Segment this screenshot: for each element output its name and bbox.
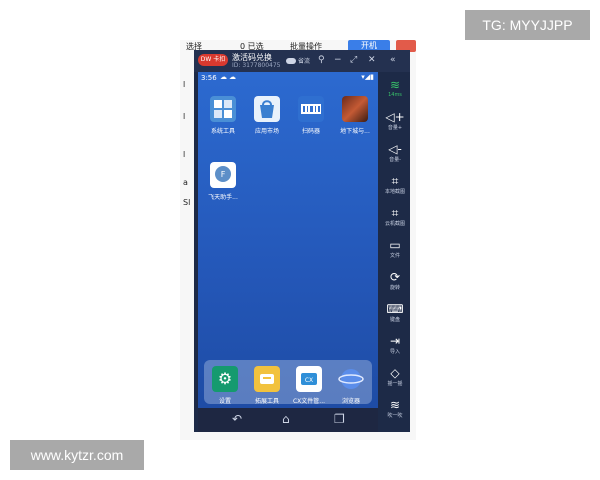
app-label: 拓展工具 — [254, 398, 279, 405]
sidebar-label: 吹一吹 — [387, 413, 403, 419]
sidebar-label: 摇一摇 — [387, 381, 403, 387]
assistant-icon: F — [210, 162, 236, 188]
sidebar-item-cloud-screenshot[interactable]: ⌗ 云机截图 — [380, 206, 410, 227]
sidebar-label: 文件 — [389, 253, 400, 259]
keyboard-icon: ⌨ — [386, 302, 404, 316]
app-extension-tools[interactable]: 拓展工具 — [246, 366, 288, 405]
rotate-icon: ⟳ — [389, 270, 401, 284]
extension-tools-icon — [254, 366, 280, 392]
status-bar: 3:56 ☁ ☁ ▾◢▮ — [198, 72, 378, 84]
wifi-icon: ≋ — [389, 78, 401, 92]
app-dock: ⚙ 设置 拓展工具 CX CX文件管... 浏览器 — [204, 360, 372, 405]
cloud-screenshot-icon: ⌗ — [391, 206, 399, 220]
telegram-watermark: TG: MYYJJPP — [465, 10, 590, 40]
bg-fragment: l — [183, 112, 186, 121]
sidebar-item-network[interactable]: ≋ 14ms — [380, 78, 410, 98]
sidebar-item-rotate[interactable]: ⟳ 旋转 — [380, 270, 410, 291]
file-icon: ▭ — [389, 238, 401, 252]
home-icon[interactable]: ⌂ — [282, 412, 290, 426]
app-settings[interactable]: ⚙ 设置 — [204, 366, 246, 405]
expand-icon[interactable]: ⤢ — [350, 55, 357, 65]
app-file-manager[interactable]: CX CX文件管... — [288, 366, 330, 405]
app-label: 应用市场 — [254, 128, 279, 135]
saving-toggle-label: 省流 — [298, 58, 311, 65]
site-watermark: www.kytzr.com — [10, 440, 144, 470]
sidebar-label: 云机截图 — [384, 221, 405, 227]
local-screenshot-icon: ⌗ — [391, 174, 399, 188]
bg-fragment: a — [183, 178, 188, 187]
svg-text:F: F — [221, 170, 226, 179]
pin-icon[interactable]: ⚲ — [318, 55, 325, 65]
game-icon — [342, 96, 368, 122]
bg-fragment: l — [183, 80, 186, 89]
volume-up-icon: ◁+ — [385, 110, 405, 124]
sidebar-item-keyboard[interactable]: ⌨ 键盘 — [380, 302, 410, 323]
shake-icon: ◇ — [390, 366, 400, 380]
bg-fragment: Sl — [183, 198, 191, 207]
app-dnf-game[interactable]: 地下城与... — [334, 96, 376, 135]
tools-icon — [210, 96, 236, 122]
app-logo: DW 卡扣 — [198, 54, 228, 66]
settings-icon: ⚙ — [212, 366, 238, 392]
recents-icon[interactable]: ❐ — [334, 412, 345, 426]
sidebar-label: 导入 — [389, 349, 400, 355]
signal-battery-icon: ▾◢▮ — [361, 73, 374, 81]
sidebar-label: 音量- — [389, 157, 401, 163]
emulator-sidebar: ≋ 14ms ◁+ 音量+ ◁- 音量- ⌗ 本地截图 ⌗ 云机截图 ▭ 文件 … — [380, 72, 410, 432]
volume-down-icon: ◁- — [388, 142, 402, 156]
saving-toggle[interactable] — [286, 58, 296, 64]
app-label: 系统工具 — [210, 128, 235, 135]
bg-fragment: l — [183, 150, 186, 159]
collapse-sidebar-icon[interactable]: « — [390, 55, 396, 65]
sidebar-item-local-screenshot[interactable]: ⌗ 本地截图 — [380, 174, 410, 195]
cloud-status-icon: ☁ — [220, 73, 227, 81]
app-label: 浏览器 — [341, 398, 360, 405]
app-feitian-assistant[interactable]: F 飞天助手... — [202, 162, 244, 201]
browser-icon — [338, 366, 364, 392]
sidebar-label: 旋转 — [389, 285, 400, 291]
emulator-titlebar: DW 卡扣 激活码兑换 ID: 3177800475 省流 ⚲ − ⤢ ✕ « — [194, 50, 410, 72]
app-store[interactable]: 应用市场 — [246, 96, 288, 135]
sidebar-item-import[interactable]: ⇥ 导入 — [380, 334, 410, 355]
scanner-icon — [298, 96, 324, 122]
sidebar-label: 14ms — [388, 92, 402, 98]
svg-text:CX: CX — [305, 377, 313, 384]
android-screen[interactable]: 3:56 ☁ ☁ ▾◢▮ 系统工具 应用市场 扫码器 地下城与... F 飞天助… — [198, 72, 378, 408]
close-icon[interactable]: ✕ — [368, 55, 376, 65]
back-icon[interactable]: ↶ — [232, 412, 242, 426]
minimize-icon[interactable]: − — [334, 55, 342, 65]
sidebar-label: 本地截图 — [384, 189, 405, 195]
app-system-tools[interactable]: 系统工具 — [202, 96, 244, 135]
android-navbar: ↶ ⌂ ❐ — [198, 408, 378, 432]
cloud-status-icon: ☁ — [229, 73, 236, 81]
device-id: ID: 3177800475 — [232, 62, 281, 69]
app-label: CX文件管... — [292, 398, 326, 405]
app-scanner[interactable]: 扫码器 — [290, 96, 332, 135]
sidebar-item-volume-down[interactable]: ◁- 音量- — [380, 142, 410, 163]
sidebar-item-blow[interactable]: ≋ 吹一吹 — [380, 398, 410, 419]
sidebar-item-shake[interactable]: ◇ 摇一摇 — [380, 366, 410, 387]
app-browser[interactable]: 浏览器 — [330, 366, 372, 405]
sidebar-label: 音量+ — [387, 125, 403, 131]
sidebar-label: 键盘 — [389, 317, 400, 323]
store-icon — [254, 96, 280, 122]
app-label: 扫码器 — [301, 128, 320, 135]
file-manager-icon: CX — [296, 366, 322, 392]
sidebar-item-volume-up[interactable]: ◁+ 音量+ — [380, 110, 410, 131]
emulator-window: DW 卡扣 激活码兑换 ID: 3177800475 省流 ⚲ − ⤢ ✕ « … — [194, 50, 410, 432]
app-label: 飞天助手... — [208, 194, 238, 201]
app-label: 地下城与... — [340, 128, 370, 135]
sidebar-item-file[interactable]: ▭ 文件 — [380, 238, 410, 259]
app-label: 设置 — [218, 398, 231, 405]
import-icon: ⇥ — [389, 334, 401, 348]
blow-icon: ≋ — [389, 398, 401, 412]
status-time: 3:56 — [201, 74, 217, 82]
